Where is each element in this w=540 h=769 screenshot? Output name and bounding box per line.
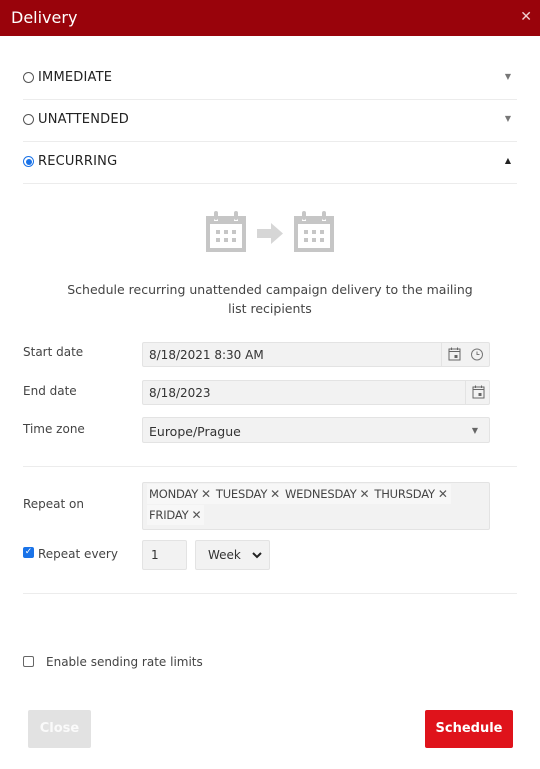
calendar-icon: [472, 385, 485, 399]
repeat-count-value: 1: [151, 548, 159, 562]
recurring-radio[interactable]: [23, 156, 34, 167]
repeat-on-label: Repeat on: [23, 497, 85, 511]
option-label: RECURRING: [38, 154, 118, 169]
chevron-down-icon[interactable]: ▼: [505, 72, 511, 81]
remove-tag-icon[interactable]: ✕: [201, 487, 211, 501]
repeat-on-multiselect[interactable]: MONDAY ✕ TUESDAY ✕ WEDNESDAY ✕ THURSDAY ✕ FRIDAY…: [142, 482, 490, 530]
end-date-label: End date: [23, 384, 77, 398]
dialog-header: Delivery ✕: [0, 0, 540, 36]
rate-limits-checkbox[interactable]: [23, 656, 34, 667]
day-tag: THURSDAY ✕: [372, 484, 451, 504]
end-date-input[interactable]: 8/18/2023: [142, 380, 490, 405]
repeat-every-checkbox[interactable]: ✓: [23, 547, 34, 558]
start-date-input[interactable]: 8/18/2021 8:30 AM: [142, 342, 490, 367]
option-unattended[interactable]: UNATTENDED ▼: [23, 100, 517, 142]
unattended-radio[interactable]: [23, 114, 34, 125]
calendar-icon: [206, 211, 246, 252]
schedule-button[interactable]: Schedule: [425, 710, 513, 748]
divider: [23, 593, 517, 594]
chevron-down-icon[interactable]: ▼: [505, 114, 511, 123]
close-icon[interactable]: ✕: [520, 9, 532, 25]
calendar-icon: [294, 211, 334, 252]
day-tag-label: TUESDAY: [215, 487, 268, 501]
clock-icon: [471, 348, 483, 361]
recurring-description: Schedule recurring unattended campaign d…: [67, 282, 473, 316]
option-recurring[interactable]: RECURRING ▲: [23, 142, 517, 184]
day-tag-label: FRIDAY: [149, 508, 189, 522]
remove-tag-icon[interactable]: ✕: [191, 508, 201, 522]
divider: [23, 466, 517, 467]
option-label: IMMEDIATE: [38, 70, 113, 85]
recurring-illustration: [206, 211, 334, 252]
day-tag: TUESDAY ✕: [213, 484, 284, 504]
chevron-down-icon: [252, 552, 262, 559]
day-tag-label: THURSDAY: [374, 487, 435, 501]
time-zone-select[interactable]: Europe/Prague ▼: [142, 417, 490, 443]
chevron-up-icon[interactable]: ▲: [505, 156, 511, 165]
remove-tag-icon[interactable]: ✕: [438, 487, 448, 501]
remove-tag-icon[interactable]: ✕: [270, 487, 280, 501]
calendar-icon: [448, 347, 461, 361]
chevron-down-icon: ▼: [471, 426, 478, 435]
immediate-radio[interactable]: [23, 72, 34, 83]
time-zone-value: Europe/Prague: [149, 424, 241, 439]
arrow-right-icon: [257, 223, 283, 244]
repeat-count-input[interactable]: 1: [142, 540, 187, 570]
day-tag-label: WEDNESDAY: [285, 487, 357, 501]
repeat-unit-select[interactable]: Week: [195, 540, 270, 570]
end-date-value: 8/18/2023: [149, 386, 211, 400]
rate-limits-label: Enable sending rate limits: [46, 655, 203, 669]
calendar-button[interactable]: [465, 381, 489, 404]
start-date-label: Start date: [23, 345, 84, 359]
time-zone-label: Time zone: [23, 422, 85, 436]
day-tag-label: MONDAY: [149, 487, 199, 501]
day-tag: WEDNESDAY ✕: [283, 484, 373, 504]
day-tag: MONDAY ✕: [147, 484, 214, 504]
remove-tag-icon[interactable]: ✕: [360, 487, 370, 501]
repeat-every-label: Repeat every: [38, 547, 118, 561]
time-button[interactable]: [465, 343, 489, 366]
dialog-title: Delivery: [11, 8, 78, 27]
start-date-value: 8/18/2021 8:30 AM: [149, 348, 264, 362]
option-immediate[interactable]: IMMEDIATE ▼: [23, 58, 517, 100]
option-label: UNATTENDED: [38, 112, 129, 127]
day-tag: FRIDAY ✕: [147, 505, 205, 525]
repeat-unit-value: Week: [208, 548, 241, 562]
calendar-button[interactable]: [441, 343, 465, 366]
close-button[interactable]: Close: [28, 710, 91, 748]
